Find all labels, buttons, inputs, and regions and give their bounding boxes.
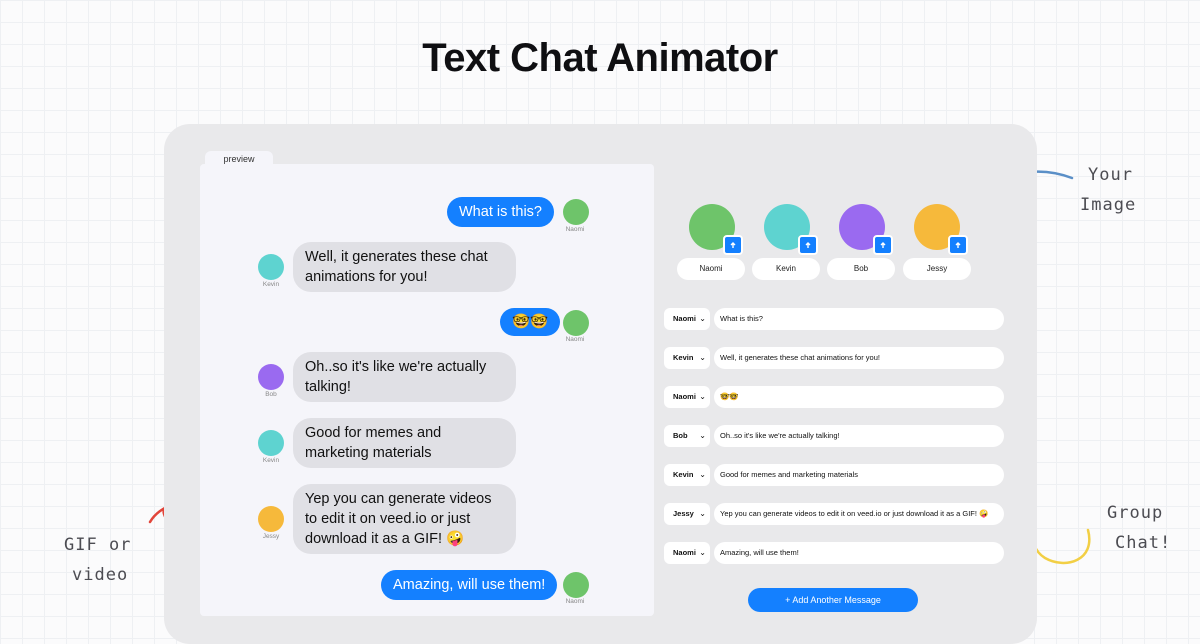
chevron-down-icon: ⌄	[699, 392, 706, 401]
chevron-down-icon: ⌄	[699, 314, 706, 323]
page-title: Text Chat Animator	[422, 36, 778, 80]
add-message-button[interactable]: + Add Another Message	[748, 588, 918, 612]
sender-select[interactable]: Jessy ⌄	[664, 503, 710, 525]
sender-select[interactable]: Naomi ⌄	[664, 386, 710, 408]
chevron-down-icon: ⌄	[699, 431, 706, 440]
avatar-name: Naomi	[565, 226, 585, 233]
avatar	[258, 506, 284, 532]
sender-select[interactable]: Kevin ⌄	[664, 464, 710, 486]
avatar-name: Jessy	[262, 533, 280, 540]
message-input[interactable]: Yep you can generate videos to edit it o…	[714, 503, 1004, 525]
upload-icon[interactable]	[798, 235, 818, 255]
avatar	[258, 364, 284, 390]
message-input[interactable]: Oh..so it's like we're actually talking!	[714, 425, 1004, 447]
chevron-down-icon: ⌄	[699, 509, 706, 518]
sender-select[interactable]: Naomi ⌄	[664, 542, 710, 564]
message-input[interactable]: Good for memes and marketing materials	[714, 464, 1004, 486]
sender-select[interactable]: Bob ⌄	[664, 425, 710, 447]
person-name-field[interactable]: Jessy	[903, 258, 971, 280]
chat-bubble: 🤓🤓	[500, 308, 561, 336]
chevron-down-icon: ⌄	[699, 353, 706, 362]
chat-bubble: Well, it generates these chat animations…	[293, 242, 516, 292]
chat-bubble: What is this?	[447, 197, 554, 227]
chat-bubble: Amazing, will use them!	[381, 570, 558, 600]
message-input[interactable]: What is this?	[714, 308, 1004, 330]
avatar-name: Naomi	[565, 598, 585, 605]
chat-bubble: Oh..so it's like we're actually talking!	[293, 352, 516, 402]
chat-bubble: Yep you can generate videos to edit it o…	[293, 484, 516, 554]
upload-icon[interactable]	[873, 235, 893, 255]
sender-select[interactable]: Kevin ⌄	[664, 347, 710, 369]
upload-icon[interactable]	[948, 235, 968, 255]
group-chat-annotation: Group Chat!	[1107, 503, 1172, 553]
avatar	[563, 310, 589, 336]
gif-annotation: GIF or video	[64, 535, 132, 585]
chat-bubble: Good for memes and marketing materials	[293, 418, 516, 468]
avatar-name: Bob	[265, 391, 277, 398]
your-image-annotation: Your Image	[1080, 165, 1137, 215]
person-name-field[interactable]: Naomi	[677, 258, 745, 280]
message-input[interactable]: Well, it generates these chat animations…	[714, 347, 1004, 369]
avatar-name: Naomi	[565, 336, 585, 343]
person-name-field[interactable]: Bob	[827, 258, 895, 280]
message-input[interactable]: Amazing, will use them!	[714, 542, 1004, 564]
avatar	[563, 572, 589, 598]
avatar-name: Kevin	[262, 457, 280, 464]
avatar-name: Kevin	[262, 281, 280, 288]
avatar	[563, 199, 589, 225]
person-name-field[interactable]: Kevin	[752, 258, 820, 280]
chevron-down-icon: ⌄	[699, 470, 706, 479]
avatar	[258, 254, 284, 280]
sender-select[interactable]: Naomi ⌄	[664, 308, 710, 330]
chevron-down-icon: ⌄	[699, 548, 706, 557]
avatar	[258, 430, 284, 456]
upload-icon[interactable]	[723, 235, 743, 255]
message-input[interactable]: 🤓🤓	[714, 386, 1004, 408]
